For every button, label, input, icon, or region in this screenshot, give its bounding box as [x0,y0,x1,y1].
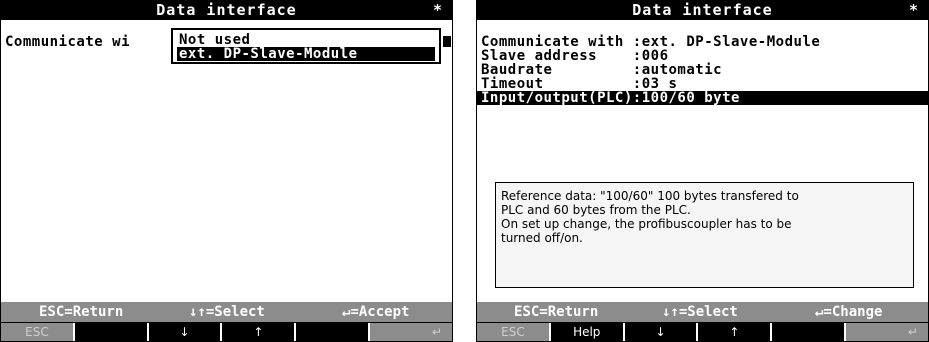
help-line: turned off/on. [501,231,583,245]
help-text-box: Reference data: "100/60" 100 bytes trans… [495,182,914,288]
row-baudrate[interactable]: Baudrate :automatic [481,63,722,77]
communicate-dropdown[interactable]: Not used ext. DP-Slave-Module [171,28,441,64]
softkey-up-arrow[interactable]: ↑ [698,323,773,341]
title-bar: Data interface * [1,1,452,20]
status-accept: ↵=Accept [342,304,410,320]
screen-title: Data interface [156,1,297,19]
option-ext-dp-slave-module[interactable]: ext. DP-Slave-Module [177,47,435,61]
title-mark: * [432,1,442,19]
screen-title: Data interface [632,1,773,19]
softkey-help[interactable]: Help [550,323,625,341]
title-bar: Data interface * [477,1,928,20]
row-input-output[interactable]: Input/output(PLC):100/60 byte [477,91,928,105]
left-screen: Data interface * Communicate wi Not used… [0,0,453,342]
status-change: ↵=Change [815,304,883,320]
title-mark: * [908,1,918,19]
status-esc-return: ESC=Return [514,304,599,320]
softkey-enter[interactable]: ↵ [846,323,928,341]
help-line: On set up change, the profibuscoupler ha… [501,217,792,231]
softkey-bar: ESC ↓ ↑ ↵ [1,322,452,341]
softkey-up-arrow[interactable]: ↑ [222,323,297,341]
softkey-2[interactable] [74,323,149,341]
status-select: ↓↑=Select [662,304,738,320]
right-screen: Data interface * Communicate with :ext. … [476,0,929,342]
softkey-down-arrow[interactable]: ↓ [148,323,223,341]
option-not-used[interactable]: Not used [177,33,435,47]
row-slave-address[interactable]: Slave address :006 [481,49,669,63]
status-bar: ESC=Return ↓↑=Select ↵=Accept [1,302,452,322]
softkey-esc[interactable]: ESC [477,323,551,341]
softkey-enter[interactable]: ↵ [370,323,452,341]
softkey-down-arrow[interactable]: ↓ [624,323,699,341]
status-bar: ESC=Return ↓↑=Select ↵=Change [477,302,928,322]
softkey-5[interactable] [772,323,847,341]
softkey-5[interactable] [296,323,371,341]
help-line: PLC and 60 bytes from the PLC. [501,203,691,217]
status-esc-return: ESC=Return [39,304,124,320]
help-line: Reference data: "100/60" 100 bytes trans… [501,189,799,203]
row-selection-stub [443,36,451,47]
communicate-with-label: Communicate wi [5,34,131,50]
softkey-bar: ESC Help ↓ ↑ ↵ [477,322,928,341]
row-timeout[interactable]: Timeout :03 s [481,77,677,91]
softkey-esc[interactable]: ESC [1,323,75,341]
row-communicate-with[interactable]: Communicate with :ext. DP-Slave-Module [481,35,820,49]
status-select: ↓↑=Select [189,304,265,320]
